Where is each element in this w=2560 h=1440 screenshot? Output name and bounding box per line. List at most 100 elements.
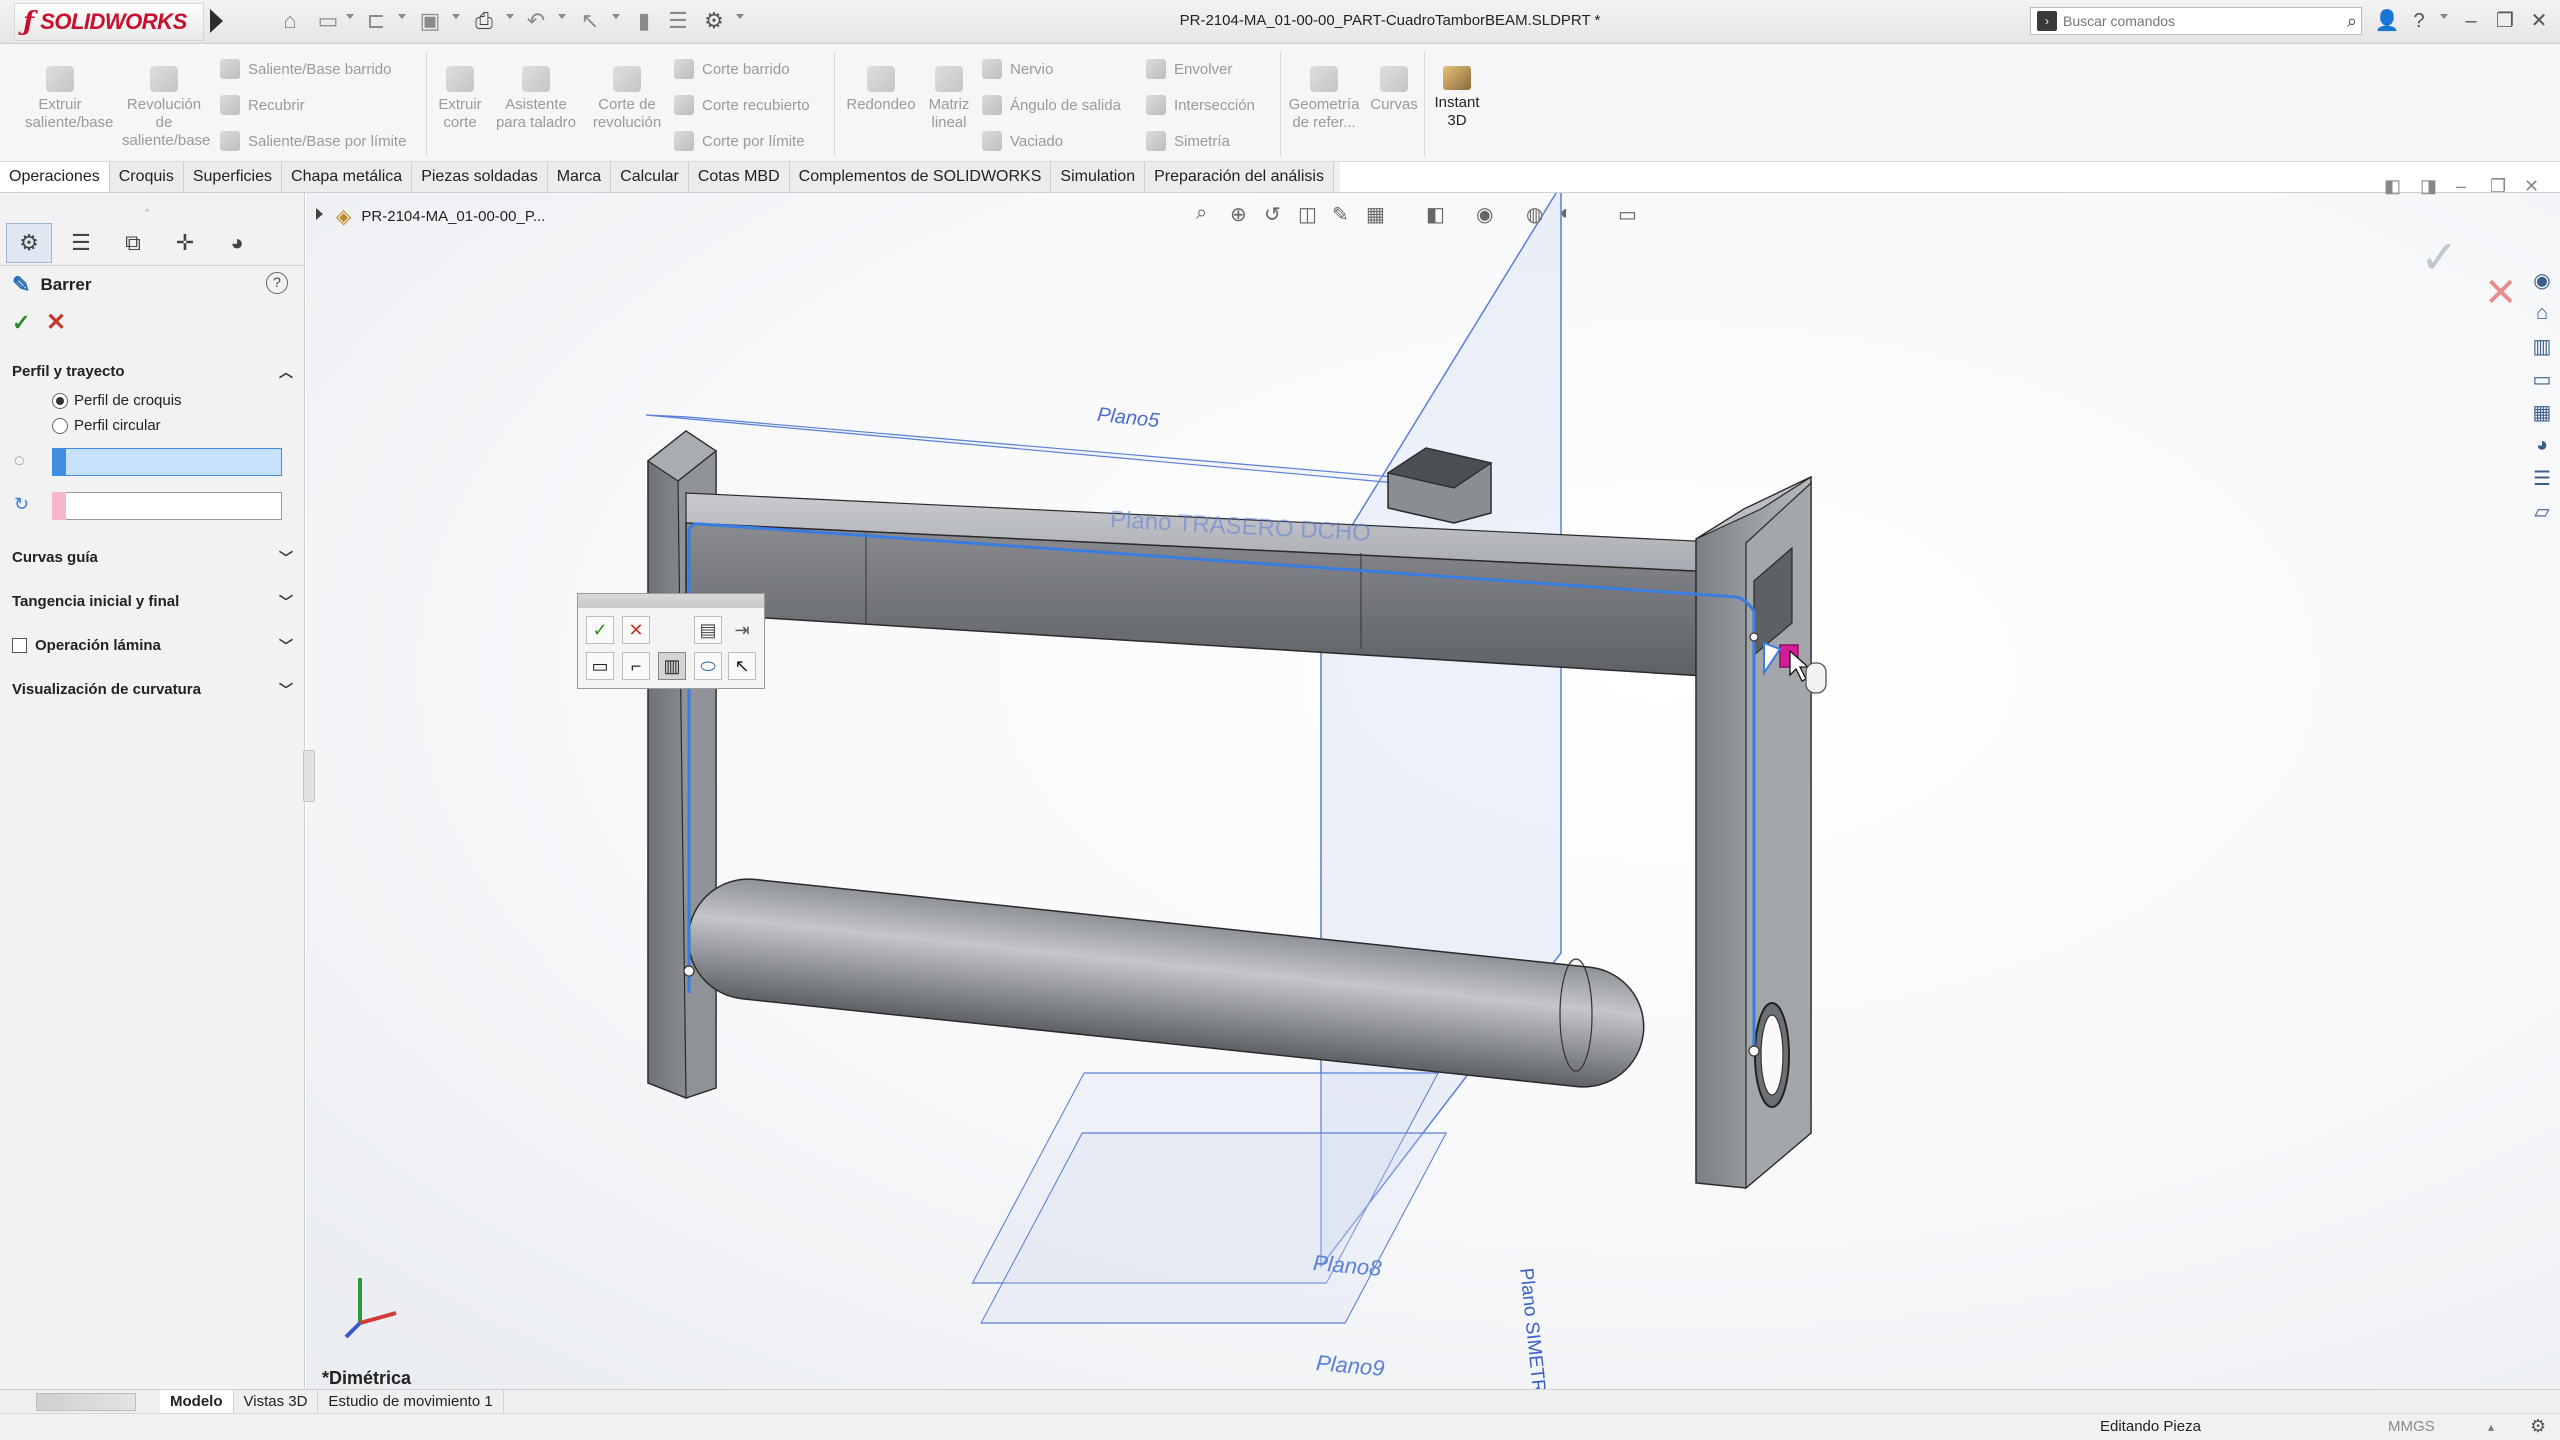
hide-show-items-icon[interactable]: ◉ bbox=[1476, 202, 1493, 227]
pointer-icon[interactable]: ↖ bbox=[728, 652, 756, 680]
fillet-button[interactable]: Redondeo bbox=[838, 66, 924, 114]
zoom-to-fit-icon[interactable]: ⌕ bbox=[1196, 202, 1207, 225]
panel-collapse-handle[interactable] bbox=[303, 750, 315, 802]
options-dropdown-icon[interactable] bbox=[736, 14, 744, 19]
file-properties-icon[interactable]: ☰ bbox=[664, 8, 692, 34]
open-folder-icon[interactable]: ⊏ bbox=[362, 8, 390, 34]
tab-chapa-metalica[interactable]: Chapa metálica bbox=[282, 162, 413, 192]
tree-expand-arrow-icon[interactable] bbox=[316, 208, 323, 220]
home-pane-icon[interactable]: ⌂ bbox=[2528, 299, 2556, 327]
sketch-curve-icon[interactable]: ⌐ bbox=[622, 652, 650, 680]
home-icon[interactable]: ⌂ bbox=[276, 8, 304, 34]
feature-manager-tab[interactable]: ⚙ bbox=[6, 223, 52, 263]
apply-scene-icon[interactable]: ◐ bbox=[1560, 202, 1572, 225]
solidworks-logo[interactable]: ƒ SOLIDWORKS bbox=[14, 3, 204, 41]
group-profile-path[interactable]: Perfil y trayecto ︿ bbox=[0, 354, 305, 388]
viewport-close-icon[interactable]: ✕ bbox=[2524, 176, 2539, 197]
group-tangency[interactable]: Tangencia inicial y final ﹀ bbox=[0, 584, 305, 618]
file-explorer-icon[interactable]: ▭ bbox=[2528, 365, 2556, 393]
help-button[interactable]: ? bbox=[266, 272, 288, 294]
view-settings-icon[interactable]: ▭ bbox=[1618, 202, 1637, 227]
pin-icon[interactable]: ⇥ bbox=[728, 616, 756, 644]
property-manager-tab[interactable]: ☰ bbox=[58, 223, 104, 263]
user-account-icon[interactable]: 👤 bbox=[2372, 6, 2402, 36]
search-commands-box[interactable]: › ⌕ bbox=[2030, 7, 2362, 35]
menu-expand-arrow-icon[interactable] bbox=[210, 9, 223, 33]
rebuild-status-icon[interactable]: ⚙ bbox=[2530, 1416, 2546, 1437]
group-thin-feature[interactable]: Operación lámina ﹀ bbox=[0, 628, 305, 662]
curves-button[interactable]: Curvas bbox=[1368, 66, 1420, 114]
chevron-down-icon[interactable]: ﹀ bbox=[279, 548, 293, 568]
profile-selection-field[interactable] bbox=[52, 448, 282, 476]
revolve-cut-button[interactable]: Corte de revolución bbox=[588, 66, 666, 132]
rib-button[interactable]: Nervio bbox=[982, 58, 1053, 80]
reference-geometry-button[interactable]: Geometría de refer... bbox=[1284, 66, 1364, 132]
select-dropdown-icon[interactable] bbox=[612, 14, 620, 19]
save-dropdown-icon[interactable] bbox=[452, 14, 460, 19]
group-guide-curves[interactable]: Curvas guía ﹀ bbox=[0, 540, 305, 574]
view-orientation-icon[interactable]: ▦ bbox=[1366, 202, 1385, 227]
boundary-cut-button[interactable]: Corte por límite bbox=[674, 130, 805, 152]
custom-properties-icon[interactable]: ☰ bbox=[2528, 464, 2556, 492]
radio-sketch-profile[interactable]: Perfil de croquis bbox=[52, 392, 182, 409]
restore-icon[interactable]: ❐ bbox=[2490, 6, 2520, 36]
thin-feature-checkbox[interactable] bbox=[12, 637, 27, 653]
radio-unselected-icon[interactable] bbox=[52, 417, 68, 434]
path-selection-field[interactable] bbox=[52, 492, 282, 520]
tab-navigation-arrows[interactable] bbox=[36, 1392, 136, 1411]
hole-wizard-button[interactable]: Asistente para taladro bbox=[492, 66, 580, 132]
extrude-cut-button[interactable]: Extruir corte bbox=[430, 66, 490, 132]
chevron-down-icon[interactable]: ﹀ bbox=[279, 636, 293, 656]
tab-preparacion-analisis[interactable]: Preparación del análisis bbox=[1145, 162, 1334, 192]
lofted-boss-button[interactable]: Recubrir bbox=[220, 94, 305, 116]
edit-appearance-icon[interactable]: ◍ bbox=[1526, 202, 1543, 227]
linear-pattern-button[interactable]: Matriz lineal bbox=[924, 66, 974, 132]
status-units[interactable]: MMGS bbox=[2388, 1418, 2435, 1435]
undo-dropdown-icon[interactable] bbox=[558, 14, 566, 19]
chevron-down-icon[interactable]: ﹀ bbox=[279, 680, 293, 700]
help-dropdown-icon[interactable] bbox=[2440, 14, 2448, 19]
wrap-button[interactable]: Envolver bbox=[1146, 58, 1232, 80]
tab-vistas-3d[interactable]: Vistas 3D bbox=[234, 1389, 319, 1414]
swept-boss-button[interactable]: Saliente/Base barrido bbox=[220, 58, 391, 80]
swept-cut-button[interactable]: Corte barrido bbox=[674, 58, 790, 80]
tab-superficies[interactable]: Superficies bbox=[183, 162, 283, 192]
tab-complementos[interactable]: Complementos de SOLIDWORKS bbox=[789, 162, 1052, 192]
tab-operaciones[interactable]: Operaciones bbox=[0, 162, 110, 192]
confirmation-corner-cancel-icon[interactable]: ✕ bbox=[2484, 270, 2518, 316]
tab-piezas-soldadas[interactable]: Piezas soldadas bbox=[412, 162, 548, 192]
forum-icon[interactable]: ▱ bbox=[2528, 497, 2556, 525]
save-icon[interactable]: ▣ bbox=[416, 8, 444, 34]
chevron-up-icon[interactable]: ︿ bbox=[279, 362, 293, 382]
tab-marca[interactable]: Marca bbox=[547, 162, 612, 192]
tab-simulation[interactable]: Simulation bbox=[1051, 162, 1146, 192]
solidworks-resources-icon[interactable]: ◉ bbox=[2528, 266, 2556, 294]
select-arrow-icon[interactable]: ↖ bbox=[576, 8, 604, 34]
ok-icon[interactable]: ✓ bbox=[586, 616, 614, 644]
help-icon[interactable]: ? bbox=[2404, 6, 2434, 36]
tab-cotas-mbd[interactable]: Cotas MBD bbox=[688, 162, 790, 192]
display-manager-tab[interactable]: ◕ bbox=[214, 223, 260, 263]
chevron-down-icon[interactable]: ﹀ bbox=[279, 592, 293, 612]
ok-button[interactable]: ✓ bbox=[12, 310, 30, 336]
viewport-minimize-icon[interactable]: – bbox=[2456, 176, 2466, 197]
cancel-icon[interactable]: ✕ bbox=[622, 616, 650, 644]
intersect-button[interactable]: Intersección bbox=[1146, 94, 1255, 116]
search-input[interactable] bbox=[2063, 13, 2347, 29]
previous-view-icon[interactable]: ↺ bbox=[1264, 202, 1281, 227]
select-region-icon[interactable]: ▥ bbox=[658, 652, 686, 680]
radio-selected-icon[interactable] bbox=[52, 392, 68, 409]
confirmation-corner-ok-icon[interactable]: ✓ bbox=[2420, 230, 2459, 284]
boundary-boss-button[interactable]: Saliente/Base por límite bbox=[220, 130, 406, 152]
panel-grip-icon[interactable]: ◦ bbox=[145, 203, 149, 217]
new-dropdown-icon[interactable] bbox=[346, 14, 354, 19]
dynamic-annotation-icon[interactable]: ✎ bbox=[1332, 202, 1349, 227]
tab-estudio-movimiento[interactable]: Estudio de movimiento 1 bbox=[318, 1389, 504, 1414]
feature-tree-root[interactable]: ◈ PR-2104-MA_01-00-00_P... bbox=[336, 204, 545, 229]
viewport-layout-left-icon[interactable]: ◧ bbox=[2384, 176, 2401, 197]
print-dropdown-icon[interactable] bbox=[506, 14, 514, 19]
view-palette-icon[interactable]: ▦ bbox=[2528, 398, 2556, 426]
options-gear-icon[interactable]: ⚙ bbox=[700, 8, 728, 34]
zoom-to-area-icon[interactable]: ⊕ bbox=[1230, 202, 1247, 227]
dimxpert-manager-tab[interactable]: ✛ bbox=[162, 223, 208, 263]
